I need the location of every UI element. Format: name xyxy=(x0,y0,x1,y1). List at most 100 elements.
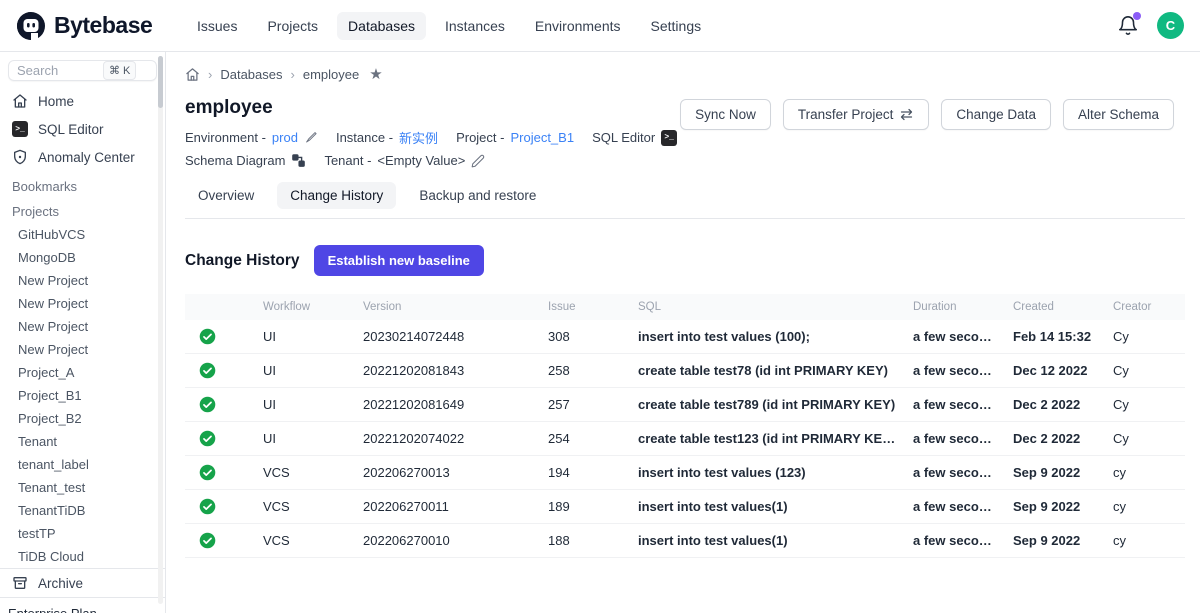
breadcrumb: › Databases › employee ★ xyxy=(185,65,1185,83)
sql-cell: insert into test values (100); xyxy=(630,320,905,354)
table-row[interactable]: UI 20221202081649 257 create table test7… xyxy=(185,388,1185,422)
sidebar-project-item[interactable]: GitHubVCS xyxy=(0,223,165,246)
column-header: Creator xyxy=(1105,294,1185,320)
chevron-right-icon: › xyxy=(291,67,295,82)
sidebar-scrollbar[interactable] xyxy=(158,56,163,604)
workflow-cell: VCS xyxy=(255,490,355,524)
pencil-edit-icon[interactable] xyxy=(471,154,485,168)
tab-backup-and-restore[interactable]: Backup and restore xyxy=(406,182,549,209)
issue-link[interactable]: 308 xyxy=(540,320,630,354)
sidebar-project-item[interactable]: TiDB Cloud xyxy=(0,545,165,568)
column-header: Workflow xyxy=(255,294,355,320)
workflow-cell: VCS xyxy=(255,456,355,490)
notification-bell-icon[interactable] xyxy=(1117,15,1139,37)
table-row[interactable]: UI 20221202081843 258 create table test7… xyxy=(185,354,1185,388)
establish-baseline-button[interactable]: Establish new baseline xyxy=(314,245,484,276)
bookmarks-section-label: Bookmarks xyxy=(0,171,165,196)
issue-link[interactable]: 194 xyxy=(540,456,630,490)
nav-item-projects[interactable]: Projects xyxy=(256,12,329,40)
table-row[interactable]: UI 20221202074022 254 create table test1… xyxy=(185,422,1185,456)
sidebar-item-home[interactable]: Home xyxy=(0,87,165,115)
user-avatar[interactable]: C xyxy=(1157,12,1184,39)
shield-icon xyxy=(12,149,28,165)
sql-cell: create table test789 (id int PRIMARY KEY… xyxy=(630,388,905,422)
issue-link[interactable]: 258 xyxy=(540,354,630,388)
created-cell: Dec 2 2022 xyxy=(1005,388,1105,422)
alter-schema-button[interactable]: Alter Schema xyxy=(1063,99,1174,130)
terminal-icon: >_ xyxy=(12,121,28,137)
table-row[interactable]: VCS 202206270010 188 insert into test va… xyxy=(185,524,1185,558)
sidebar-project-item[interactable]: Project_B1 xyxy=(0,384,165,407)
issue-link[interactable]: 188 xyxy=(540,524,630,558)
meta-sql-editor[interactable]: SQL Editor >_ xyxy=(592,130,677,146)
notification-dot xyxy=(1133,12,1141,20)
project-link[interactable]: Project_B1 xyxy=(510,130,574,145)
nav-item-instances[interactable]: Instances xyxy=(434,12,516,40)
top-navbar: Bytebase Issues Projects Databases Insta… xyxy=(0,0,1200,52)
meta-environment: Environment - prod xyxy=(185,130,318,145)
duration-cell: a few seconds xyxy=(905,456,1005,490)
sidebar-project-item[interactable]: tenant_label xyxy=(0,453,165,476)
issue-link[interactable]: 257 xyxy=(540,388,630,422)
page-header: employee Environment - prod Instance - 新… xyxy=(185,97,680,168)
column-header: Version xyxy=(355,294,540,320)
issue-link[interactable]: 254 xyxy=(540,422,630,456)
sidebar-scrollbar-thumb[interactable] xyxy=(158,56,163,108)
sidebar-project-item[interactable]: testTP xyxy=(0,522,165,545)
table-header-row: Workflow Version Issue SQL Duration Crea… xyxy=(185,294,1185,320)
sidebar-item-sql-editor[interactable]: >_ SQL Editor xyxy=(0,115,165,143)
sidebar-item-anomaly-center[interactable]: Anomaly Center xyxy=(0,143,165,171)
environment-link[interactable]: prod xyxy=(272,130,298,145)
sidebar-project-item[interactable]: TenantTiDB xyxy=(0,499,165,522)
schema-diagram-icon xyxy=(291,153,306,168)
projects-section-label: Projects xyxy=(0,196,165,221)
nav-item-settings[interactable]: Settings xyxy=(640,12,713,40)
sidebar-project-item[interactable]: Tenant xyxy=(0,430,165,453)
detail-tabs: Overview Change History Backup and resto… xyxy=(185,182,1185,219)
sync-now-button[interactable]: Sync Now xyxy=(680,99,771,130)
instance-link[interactable]: 新实例 xyxy=(399,128,438,147)
created-cell: Sep 9 2022 xyxy=(1005,524,1105,558)
breadcrumb-item-databases[interactable]: Databases xyxy=(220,67,282,82)
nav-item-databases[interactable]: Databases xyxy=(337,12,426,40)
breadcrumb-item-employee[interactable]: employee xyxy=(303,67,359,82)
sidebar-project-item[interactable]: Project_B2 xyxy=(0,407,165,430)
version-cell: 20221202081843 xyxy=(355,354,540,388)
search-input[interactable] xyxy=(17,63,103,78)
issue-link[interactable]: 189 xyxy=(540,490,630,524)
bookmark-star-icon[interactable]: ★ xyxy=(369,65,382,83)
sidebar-project-item[interactable]: New Project xyxy=(0,269,165,292)
sidebar-project-item[interactable]: Project_A xyxy=(0,361,165,384)
change-data-button[interactable]: Change Data xyxy=(941,99,1051,130)
sidebar-project-item[interactable]: MongoDB xyxy=(0,246,165,269)
sidebar-project-item[interactable]: New Project xyxy=(0,292,165,315)
search-shortcut-badge: ⌘ K xyxy=(103,61,136,80)
sidebar-project-item[interactable]: Tenant_test xyxy=(0,476,165,499)
bytebase-logo-icon xyxy=(16,11,46,41)
version-cell: 202206270013 xyxy=(355,456,540,490)
meta-project: Project - Project_B1 xyxy=(456,130,574,145)
tab-overview[interactable]: Overview xyxy=(185,182,267,209)
sql-cell: insert into test values(1) xyxy=(630,524,905,558)
created-cell: Sep 9 2022 xyxy=(1005,490,1105,524)
workflow-cell: UI xyxy=(255,354,355,388)
transfer-project-button[interactable]: Transfer Project xyxy=(783,99,930,130)
brand[interactable]: Bytebase xyxy=(16,11,180,41)
tab-change-history[interactable]: Change History xyxy=(277,182,396,209)
sidebar-item-archive[interactable]: Archive xyxy=(0,569,165,597)
sidebar-project-item[interactable]: New Project xyxy=(0,338,165,361)
table-row[interactable]: VCS 202206270013 194 insert into test va… xyxy=(185,456,1185,490)
nav-item-issues[interactable]: Issues xyxy=(186,12,248,40)
meta-schema-diagram[interactable]: Schema Diagram xyxy=(185,153,306,168)
transfer-arrows-icon xyxy=(899,108,914,121)
nav-item-environments[interactable]: Environments xyxy=(524,12,632,40)
sidebar-item-label: SQL Editor xyxy=(38,122,104,137)
sidebar-project-item[interactable]: New Project xyxy=(0,315,165,338)
success-check-icon xyxy=(199,532,216,549)
success-check-icon xyxy=(199,498,216,515)
workflow-cell: VCS xyxy=(255,524,355,558)
table-row[interactable]: UI 20230214072448 308 insert into test v… xyxy=(185,320,1185,354)
table-row[interactable]: VCS 202206270011 189 insert into test va… xyxy=(185,490,1185,524)
search-box[interactable]: ⌘ K xyxy=(8,60,157,81)
home-breadcrumb-icon[interactable] xyxy=(185,67,200,82)
